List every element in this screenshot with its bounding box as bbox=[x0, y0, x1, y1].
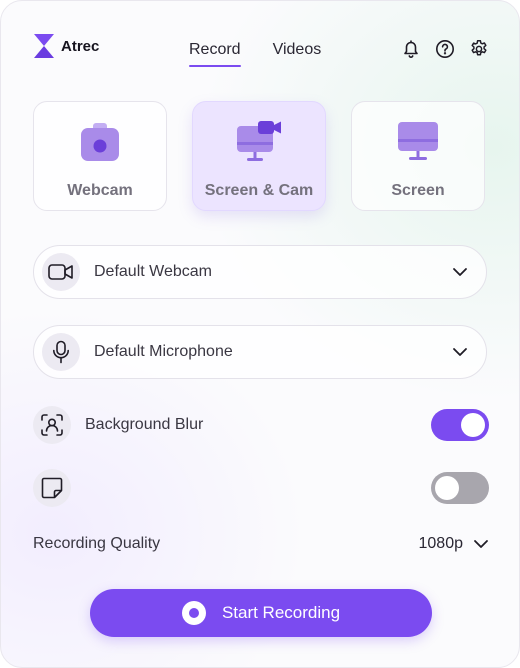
person-frame-icon bbox=[33, 406, 71, 444]
chevron-down-icon[interactable] bbox=[473, 539, 489, 549]
screen-icon bbox=[397, 120, 439, 164]
help-icon[interactable] bbox=[435, 39, 455, 59]
screen-cam-icon bbox=[236, 120, 282, 164]
microphone-select-value: Default Microphone bbox=[94, 343, 233, 360]
mode-screen[interactable]: Screen bbox=[351, 101, 485, 211]
recording-quality-value[interactable]: 1080p bbox=[419, 535, 464, 553]
mode-screen-cam[interactable]: Screen & Cam bbox=[192, 101, 326, 211]
camera-select-value: Default Webcam bbox=[94, 263, 212, 280]
header-actions bbox=[401, 39, 489, 59]
video-camera-icon bbox=[42, 253, 80, 291]
bell-icon[interactable] bbox=[401, 39, 421, 59]
mode-label: Screen & Cam bbox=[204, 182, 314, 199]
tab-record[interactable]: Record bbox=[189, 41, 241, 67]
toggle-knob bbox=[461, 413, 485, 437]
microphone-select[interactable]: Default Microphone bbox=[33, 325, 487, 379]
mode-webcam[interactable]: Webcam bbox=[33, 101, 167, 211]
recording-quality-row: Recording Quality 1080p bbox=[33, 535, 489, 553]
sticky-note-icon bbox=[33, 469, 71, 507]
mode-selector: Webcam Screen & Cam Screen bbox=[33, 101, 485, 211]
notes-row bbox=[33, 469, 489, 507]
notes-toggle[interactable] bbox=[431, 472, 489, 504]
app-name: Atrec bbox=[61, 37, 100, 55]
mode-label: Screen bbox=[391, 182, 445, 199]
background-blur-label: Background Blur bbox=[85, 416, 204, 433]
background-blur-toggle[interactable] bbox=[431, 409, 489, 441]
toggle-knob bbox=[435, 476, 459, 500]
chevron-down-icon bbox=[452, 347, 468, 357]
chevron-down-icon bbox=[452, 267, 468, 277]
start-recording-button[interactable]: Start Recording bbox=[90, 589, 432, 637]
gear-icon[interactable] bbox=[469, 39, 489, 59]
recording-quality-label: Recording Quality bbox=[33, 535, 161, 552]
app-logo: Atrec bbox=[33, 33, 99, 59]
start-recording-label: Start Recording bbox=[221, 603, 341, 622]
record-dot-icon bbox=[181, 601, 206, 625]
camera-select[interactable]: Default Webcam bbox=[33, 245, 487, 299]
webcam-icon bbox=[80, 120, 120, 164]
main-nav: Record Videos bbox=[189, 41, 321, 67]
mode-label: Webcam bbox=[67, 182, 133, 199]
recorder-panel: Atrec Record Videos Webcam Screen & Cam … bbox=[0, 0, 520, 668]
atrec-logo-icon bbox=[34, 34, 54, 58]
tab-videos[interactable]: Videos bbox=[273, 41, 322, 67]
background-blur-row: Background Blur bbox=[33, 406, 489, 444]
microphone-icon bbox=[42, 333, 80, 371]
